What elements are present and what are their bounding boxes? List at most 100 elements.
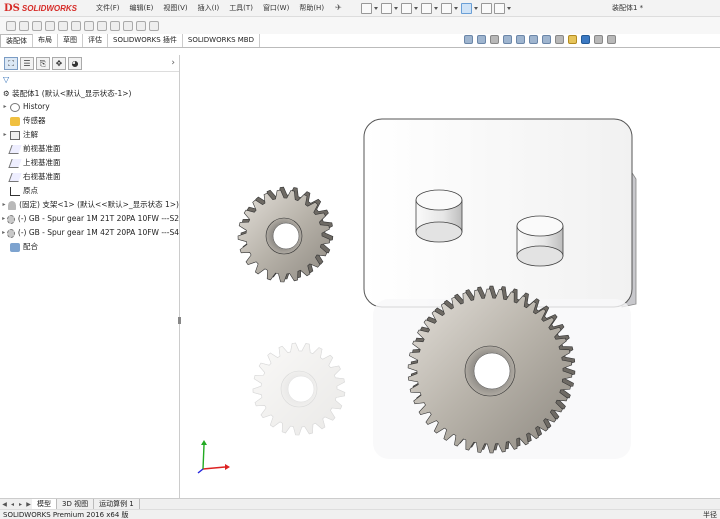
view-settings-icon[interactable] [594, 35, 603, 44]
tree-item-front-plane[interactable]: 前视基准面 [0, 142, 179, 156]
chevron-down-icon[interactable] [474, 3, 479, 14]
expand-arrow-icon[interactable]: ▸ [0, 226, 7, 240]
expand-arrow-icon[interactable]: ▸ [0, 212, 7, 226]
heads-up-view-toolbar [464, 35, 616, 44]
chevron-down-icon[interactable] [434, 3, 439, 14]
assembly-features-icon[interactable] [84, 20, 94, 31]
configuration-manager-tab-icon[interactable]: ⎘ [36, 56, 50, 70]
tree-item-label: 上视基准面 [23, 158, 61, 167]
tab-mbd[interactable]: SOLIDWORKS MBD [183, 34, 260, 47]
bracket-pin[interactable] [415, 189, 463, 243]
dynamic-annotation-icon[interactable] [516, 35, 525, 44]
expand-arrow-icon[interactable]: ▸ [0, 128, 10, 142]
menu-file[interactable]: 文件(F) [91, 3, 125, 13]
previous-view-icon[interactable] [490, 35, 499, 44]
apply-scene-icon[interactable] [581, 35, 590, 44]
display-style-icon[interactable] [542, 35, 551, 44]
chevron-down-icon[interactable] [507, 3, 512, 14]
options-gear-icon[interactable] [494, 2, 506, 14]
move-component-icon[interactable] [58, 20, 68, 31]
view-orientation-icon[interactable] [529, 35, 538, 44]
tab-sketch[interactable]: 草图 [58, 34, 83, 47]
rebuild-icon[interactable] [481, 2, 493, 14]
logo-text: SOLIDWORKS [21, 3, 78, 13]
spur-gear-21t[interactable] [237, 186, 334, 283]
menu-view[interactable]: 视图(V) [158, 3, 192, 13]
tree-item-label: 右视基准面 [23, 172, 61, 181]
graphics-area[interactable] [181, 49, 720, 498]
ds-logo-mark: DS [4, 2, 20, 14]
tab-layout[interactable]: 布局 [33, 34, 58, 47]
undo-icon[interactable] [441, 2, 453, 14]
expand-arrow-icon[interactable]: ▸ [0, 100, 10, 114]
print-icon[interactable] [421, 2, 433, 14]
feature-manager-tab-icon[interactable]: ⛶ [4, 56, 18, 70]
tab-motion-study[interactable]: 运动算例 1 [94, 499, 140, 509]
tree-item-mates[interactable]: 配合 [0, 240, 179, 254]
display-monitor-icon[interactable] [607, 35, 616, 44]
chevron-down-icon[interactable] [414, 3, 419, 14]
chevron-down-icon[interactable] [454, 3, 459, 14]
last-tab-arrow-icon[interactable]: ▶ [25, 500, 32, 509]
tree-item-sensors[interactable]: 传感器 [0, 114, 179, 128]
feature-manager-panel: ⛶ ☰ ⎘ ✥ ◕ › ▽ ⚙ 装配体1 (默认<默认_显示状态-1>) ▸ H… [0, 55, 181, 498]
exploded-view-icon[interactable] [136, 20, 146, 31]
tree-item-origin[interactable]: 原点 [0, 184, 179, 198]
smart-fasteners-icon[interactable] [45, 20, 55, 31]
edit-appearance-icon[interactable] [568, 35, 577, 44]
select-cursor-icon[interactable] [461, 2, 473, 14]
tree-item-gear-42t[interactable]: ▸ (-) GB - Spur gear 1M 42T 20PA 10FW --… [0, 226, 179, 240]
new-document-icon[interactable] [361, 2, 373, 14]
prev-tab-arrow-icon[interactable]: ◂ [9, 500, 16, 509]
menu-window[interactable]: 窗口(W) [258, 3, 294, 13]
new-motion-study-icon[interactable] [110, 20, 120, 31]
tree-item-bracket[interactable]: ▸ (固定) 支架<1> (默认<<默认>_显示状态 1>) [0, 198, 179, 212]
tree-item-top-plane[interactable]: 上视基准面 [0, 156, 179, 170]
menu-tools[interactable]: 工具(T) [224, 3, 258, 13]
tree-root-assembly[interactable]: ⚙ 装配体1 (默认<默认_显示状态-1>) [0, 87, 179, 100]
mate-icon[interactable] [19, 20, 29, 31]
linear-pattern-icon[interactable] [32, 20, 42, 31]
tree-item-annotations[interactable]: ▸ 注解 [0, 128, 179, 142]
bracket-pin[interactable] [516, 215, 564, 267]
menu-insert[interactable]: 插入(I) [193, 3, 225, 13]
show-hidden-icon[interactable] [71, 20, 81, 31]
open-folder-icon[interactable] [381, 2, 393, 14]
tree-item-label: History [23, 102, 50, 111]
menu-help[interactable]: 帮助(H) [294, 3, 329, 13]
section-view-icon[interactable] [503, 35, 512, 44]
reference-geometry-icon[interactable] [97, 20, 107, 31]
tab-assembly[interactable]: 装配体 [0, 34, 33, 47]
zoom-to-fit-icon[interactable] [464, 35, 473, 44]
display-manager-tab-icon[interactable]: ◕ [68, 56, 82, 70]
first-tab-arrow-icon[interactable]: ◀ [1, 500, 8, 509]
insert-component-icon[interactable] [6, 20, 16, 31]
chevron-down-icon[interactable] [374, 3, 379, 14]
solidworks-logo[interactable]: DS SOLIDWORKS [0, 3, 82, 14]
property-manager-tab-icon[interactable]: ☰ [20, 56, 34, 70]
tab-evaluate[interactable]: 评估 [83, 34, 108, 47]
chevron-down-icon[interactable] [394, 3, 399, 14]
dimxpert-tab-icon[interactable]: ✥ [52, 56, 66, 70]
hide-show-items-icon[interactable] [555, 35, 564, 44]
tab-addins[interactable]: SOLIDWORKS 插件 [108, 34, 183, 47]
tree-item-history[interactable]: ▸ History [0, 100, 179, 114]
chevron-right-icon[interactable]: › [171, 58, 175, 68]
save-icon[interactable] [401, 2, 413, 14]
zoom-to-area-icon[interactable] [477, 35, 486, 44]
document-title: 装配体1 * [612, 4, 644, 12]
next-tab-arrow-icon[interactable]: ▸ [17, 500, 24, 509]
tab-model[interactable]: 模型 [32, 499, 57, 509]
tab-3d-views[interactable]: 3D 视图 [57, 499, 95, 509]
filter-icon[interactable]: ▽ [0, 72, 179, 87]
bill-of-materials-icon[interactable] [123, 20, 133, 31]
instant3d-icon[interactable] [149, 20, 159, 31]
solidworks-window: DS SOLIDWORKS 文件(F) 编辑(E) 视图(V) 插入(I) 工具… [0, 0, 720, 519]
tree-item-gear-21t[interactable]: ▸ (-) GB - Spur gear 1M 21T 20PA 10FW --… [0, 212, 179, 226]
tree-item-right-plane[interactable]: 右视基准面 [0, 170, 179, 184]
pin-icon[interactable]: ✈ [335, 3, 345, 13]
tree-item-label: 传感器 [23, 116, 46, 125]
coordinate-triad [197, 440, 230, 474]
menu-edit[interactable]: 编辑(E) [125, 3, 159, 13]
expand-arrow-icon[interactable]: ▸ [0, 198, 8, 212]
